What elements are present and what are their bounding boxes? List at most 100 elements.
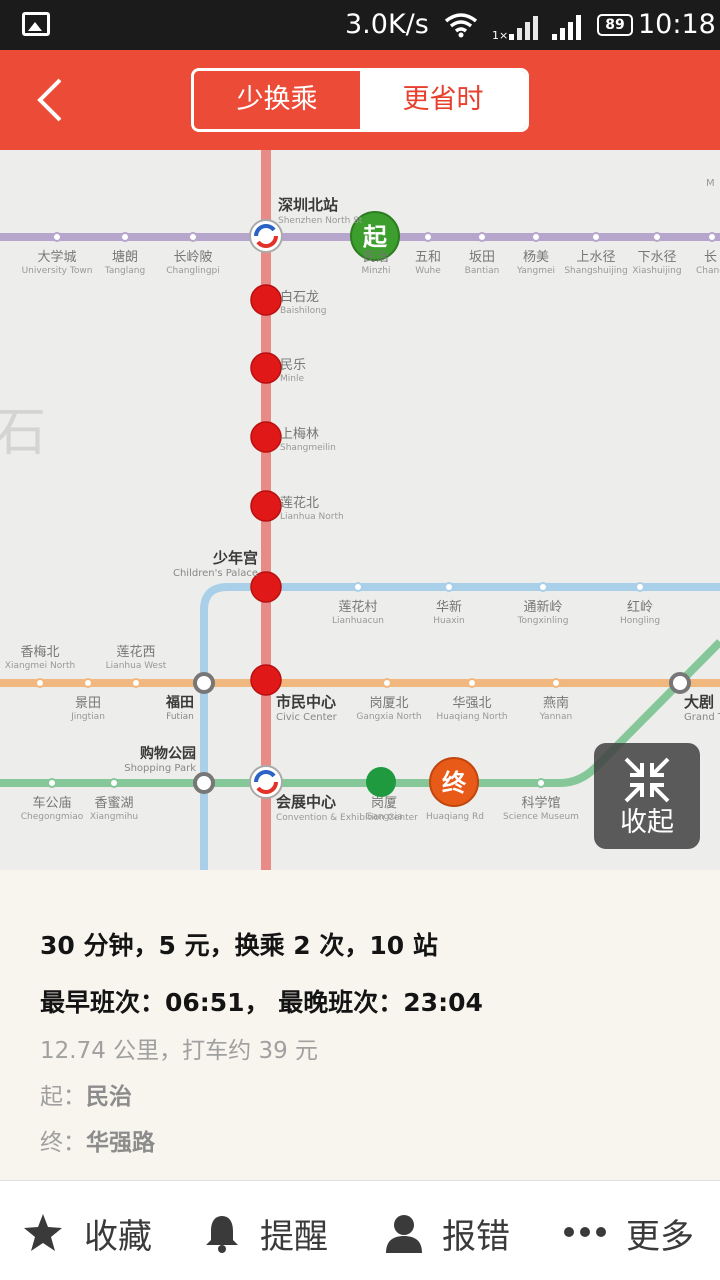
svg-text:购物公园: 购物公园 xyxy=(140,745,196,762)
svg-text:Tongxinling: Tongxinling xyxy=(517,616,569,626)
svg-text:Gangxia North: Gangxia North xyxy=(356,712,421,722)
gallery-notification-icon xyxy=(22,12,50,36)
collapse-label: 收起 xyxy=(620,807,674,838)
svg-text:Huaqiang North: Huaqiang North xyxy=(436,712,507,722)
svg-text:杨美: 杨美 xyxy=(523,250,549,265)
svg-text:下水径: 下水径 xyxy=(637,250,676,265)
svg-text:Shenzhen North St: Shenzhen North St xyxy=(278,216,363,226)
svg-text:华新: 华新 xyxy=(436,599,462,615)
metro-map[interactable]: 石 M 起 终 深圳北站 Shenzhen North St 大学城 Unive… xyxy=(0,150,720,870)
svg-text:Minle: Minle xyxy=(280,374,304,384)
more-dots-icon xyxy=(564,1227,606,1237)
svg-text:Jingtian: Jingtian xyxy=(70,712,105,722)
route-start: 起：民治 xyxy=(40,1077,132,1111)
start-prefix: 起： xyxy=(40,1084,86,1110)
more-button[interactable]: 更多 xyxy=(540,1181,720,1280)
svg-text:Children's Palace: Children's Palace xyxy=(173,568,258,579)
svg-text:科学馆: 科学馆 xyxy=(521,795,560,811)
app-bar: 少换乘 更省时 xyxy=(0,50,720,150)
svg-text:市民中心: 市民中心 xyxy=(276,693,336,711)
report-error-label: 报错 xyxy=(442,1217,510,1257)
clock: 10:18 xyxy=(638,9,716,40)
svg-text:五和: 五和 xyxy=(415,250,441,265)
chevron-left-icon xyxy=(37,78,62,122)
network-type-label: 1× xyxy=(492,29,509,42)
svg-text:Gangxia: Gangxia xyxy=(365,812,402,822)
svg-text:香蜜湖: 香蜜湖 xyxy=(94,796,133,811)
collapse-map-button[interactable]: 收起 xyxy=(594,743,700,849)
svg-text:Huaxin: Huaxin xyxy=(433,616,465,626)
report-error-button[interactable]: 报错 xyxy=(360,1181,540,1280)
svg-text:M: M xyxy=(706,178,715,189)
net-speed: 3.0K/s xyxy=(345,9,429,40)
svg-text:民乐: 民乐 xyxy=(280,358,306,373)
svg-text:长: 长 xyxy=(704,250,717,265)
svg-text:起: 起 xyxy=(362,223,388,251)
svg-text:石: 石 xyxy=(0,403,46,463)
svg-text:Minzhi: Minzhi xyxy=(362,266,391,276)
svg-text:白石龙: 白石龙 xyxy=(280,289,319,305)
svg-text:莲花西: 莲花西 xyxy=(116,644,155,660)
route-mode-toggle: 少换乘 更省时 xyxy=(191,68,529,132)
svg-text:景田: 景田 xyxy=(75,696,101,711)
svg-text:Xiangmihu: Xiangmihu xyxy=(90,812,138,822)
favorite-button[interactable]: 收藏 xyxy=(0,1181,180,1280)
svg-text:Chang: Chang xyxy=(696,266,720,276)
svg-text:莲花村: 莲花村 xyxy=(338,599,377,615)
tab-faster[interactable]: 更省时 xyxy=(360,71,526,129)
route-schedule: 最早班次：06:51， 最晚班次：23:04 xyxy=(40,988,483,1017)
end-prefix: 终： xyxy=(40,1130,86,1156)
svg-text:Yangmei: Yangmei xyxy=(516,266,555,276)
svg-text:Huaqiang Rd: Huaqiang Rd xyxy=(426,812,484,822)
svg-text:Yannan: Yannan xyxy=(539,712,572,722)
svg-text:University Town: University Town xyxy=(22,266,93,276)
svg-text:会展中心: 会展中心 xyxy=(276,793,336,811)
route-summary: 30 分钟，5 元，换乘 2 次，10 站 xyxy=(40,931,438,960)
svg-text:少年宫: 少年宫 xyxy=(212,549,258,567)
more-label: 更多 xyxy=(626,1217,694,1257)
svg-text:车公庙: 车公庙 xyxy=(32,795,71,811)
svg-text:华强北: 华强北 xyxy=(452,696,491,711)
svg-text:Hongling: Hongling xyxy=(620,616,660,626)
signal-2-icon xyxy=(552,15,581,40)
svg-text:深圳北站: 深圳北站 xyxy=(278,196,338,214)
route-info-panel: 30 分钟，5 元，换乘 2 次，10 站 最早班次：06:51， 最晚班次：2… xyxy=(0,870,720,1178)
svg-text:Lianhua West: Lianhua West xyxy=(106,661,167,671)
back-button[interactable] xyxy=(28,76,76,124)
svg-text:长岭陂: 长岭陂 xyxy=(173,249,212,265)
svg-text:Lianhuacun: Lianhuacun xyxy=(332,616,384,626)
svg-text:上水径: 上水径 xyxy=(576,250,615,265)
svg-text:大学城: 大学城 xyxy=(37,249,76,265)
svg-text:Xiangmei North: Xiangmei North xyxy=(5,661,75,671)
tab-fewer-transfers[interactable]: 少换乘 xyxy=(194,71,360,129)
start-station: 民治 xyxy=(86,1084,132,1110)
favorite-label: 收藏 xyxy=(84,1217,152,1257)
person-icon xyxy=(386,1215,422,1253)
svg-text:坂田: 坂田 xyxy=(469,250,495,265)
svg-text:Lianhua North: Lianhua North xyxy=(280,512,344,522)
route-distance: 12.74 公里，打车约 39 元 xyxy=(40,1038,319,1064)
svg-text:Shangmeilin: Shangmeilin xyxy=(280,443,336,453)
svg-text:Baishilong: Baishilong xyxy=(280,306,327,316)
route-station-green xyxy=(366,767,396,797)
status-bar: 3.0K/s 1× 89 10:18 xyxy=(0,0,720,50)
bell-icon xyxy=(206,1216,238,1253)
svg-text:Chegongmiao: Chegongmiao xyxy=(21,812,84,822)
svg-text:燕南: 燕南 xyxy=(543,695,569,711)
end-marker[interactable]: 终 xyxy=(429,757,479,807)
wifi-icon xyxy=(444,13,478,38)
app-root: 3.0K/s 1× 89 10:18 少换乘 更省时 石 M 起 终 深圳北站 … xyxy=(0,0,720,1280)
svg-text:Bantian: Bantian xyxy=(465,266,500,276)
svg-text:通新岭: 通新岭 xyxy=(523,599,562,615)
svg-text:Civic Center: Civic Center xyxy=(276,712,338,723)
svg-text:红岭: 红岭 xyxy=(627,599,653,615)
svg-text:Shangshuijing: Shangshuijing xyxy=(564,266,627,276)
svg-text:终: 终 xyxy=(442,769,467,797)
svg-text:香梅北: 香梅北 xyxy=(20,645,59,660)
collapse-icon xyxy=(624,757,670,803)
reminder-button[interactable]: 提醒 xyxy=(180,1181,360,1280)
svg-text:岗厦北: 岗厦北 xyxy=(369,696,408,711)
svg-text:岗厦: 岗厦 xyxy=(371,796,397,811)
end-station: 华强路 xyxy=(86,1130,155,1156)
svg-text:莲花北: 莲花北 xyxy=(280,495,319,511)
